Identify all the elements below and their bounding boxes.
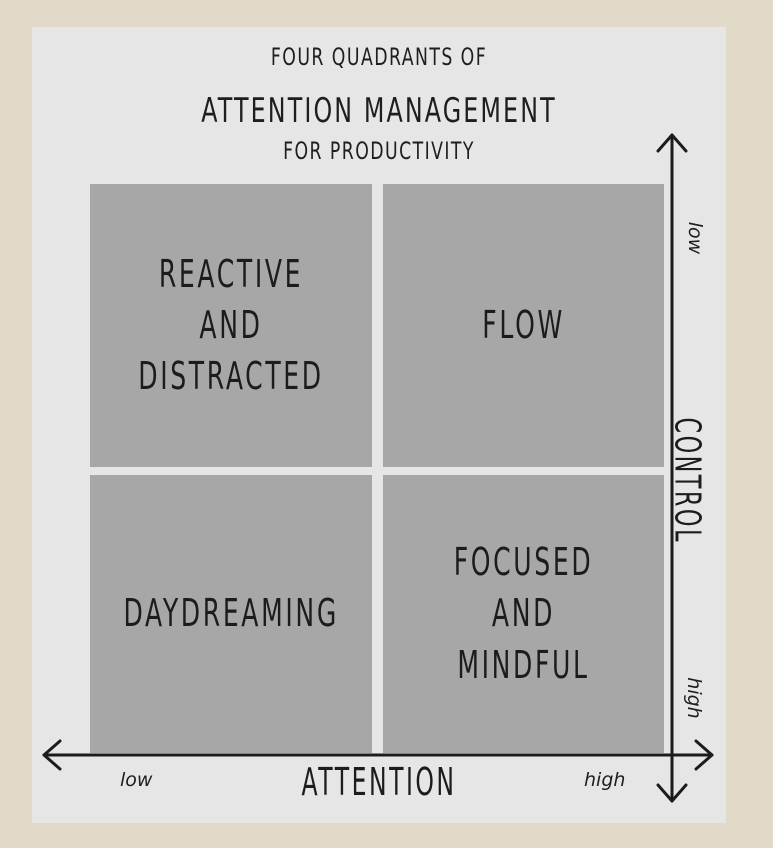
y-axis-low-label: low [684,221,706,255]
diagram-card: FOUR QUADRANTS OF ATTENTION MANAGEMENT F… [32,27,726,823]
y-axis-high-label: high [683,677,705,719]
axes [42,133,714,803]
y-axis-title: CONTROL [666,417,708,544]
x-axis-title: ATTENTION [301,760,457,804]
x-axis-high-label: high [584,769,626,791]
x-axis-low-label: low [120,769,153,791]
